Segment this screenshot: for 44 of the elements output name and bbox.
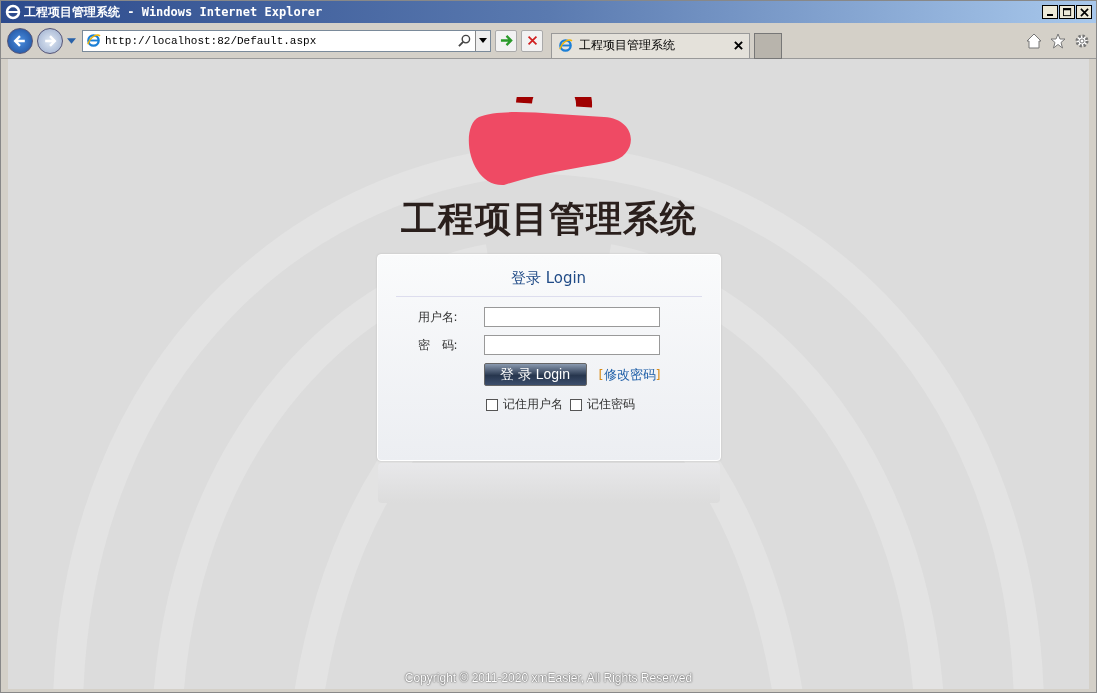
search-icon[interactable] bbox=[458, 34, 471, 47]
minimize-button[interactable] bbox=[1042, 5, 1058, 19]
close-tab-icon[interactable] bbox=[734, 41, 743, 50]
field-label: 密 码: bbox=[417, 336, 459, 354]
url-text: http://localhost:82/Default.aspx bbox=[105, 34, 318, 47]
login-title: 登录 Login bbox=[395, 255, 702, 297]
back-button[interactable] bbox=[7, 27, 33, 54]
address-field[interactable]: http://localhost:82/Default.aspx bbox=[82, 29, 491, 52]
checkbox-label: 记住密码 bbox=[586, 396, 635, 413]
cross-icon bbox=[526, 35, 538, 46]
window-title: 工程项目管理系统 - Windows Internet Explorer bbox=[24, 3, 323, 21]
maximize-button[interactable] bbox=[1059, 5, 1075, 19]
bracket-text: ] bbox=[655, 367, 661, 382]
input-field[interactable] bbox=[483, 335, 660, 355]
change-password-link[interactable]: 修改密码 bbox=[603, 365, 656, 384]
maximize-icon bbox=[1062, 7, 1072, 17]
input-field[interactable] bbox=[483, 307, 660, 327]
minimize-icon bbox=[1047, 13, 1053, 16]
close-button[interactable] bbox=[1076, 5, 1092, 19]
tab-title: 工程项目管理系统 bbox=[579, 37, 676, 54]
system-heading: 工程项目管理系统 bbox=[400, 197, 697, 241]
page-icon bbox=[558, 38, 573, 53]
page-icon bbox=[86, 33, 101, 48]
arrow-icon bbox=[499, 34, 513, 47]
go-button[interactable] bbox=[495, 29, 517, 52]
field-label: 用户名: bbox=[417, 308, 459, 326]
home-icon[interactable] bbox=[1026, 32, 1042, 49]
checkbox[interactable] bbox=[569, 398, 582, 411]
copyright-text: Copyright © 2011-2020 xmEasier, All Rights Reserved bbox=[404, 671, 693, 688]
dropdown-caret-icon[interactable] bbox=[67, 37, 76, 44]
forward-button[interactable] bbox=[37, 27, 63, 54]
star-icon[interactable] bbox=[1050, 32, 1066, 49]
browser-tab[interactable]: 工程项目管理系统 bbox=[551, 32, 750, 59]
address-dropdown-button[interactable] bbox=[475, 30, 490, 51]
new-tab-button[interactable] bbox=[754, 32, 782, 59]
caret-icon bbox=[479, 38, 487, 43]
settings-icon[interactable] bbox=[1074, 32, 1090, 49]
bracket-text: [ bbox=[598, 367, 604, 382]
login-button[interactable]: 登 录 Login bbox=[483, 363, 587, 386]
checkbox-label: 记住用户名 bbox=[502, 396, 563, 413]
close-icon bbox=[1079, 7, 1089, 17]
browser-logo-icon bbox=[5, 4, 21, 20]
checkbox[interactable] bbox=[485, 398, 498, 411]
stop-button[interactable] bbox=[521, 29, 543, 52]
